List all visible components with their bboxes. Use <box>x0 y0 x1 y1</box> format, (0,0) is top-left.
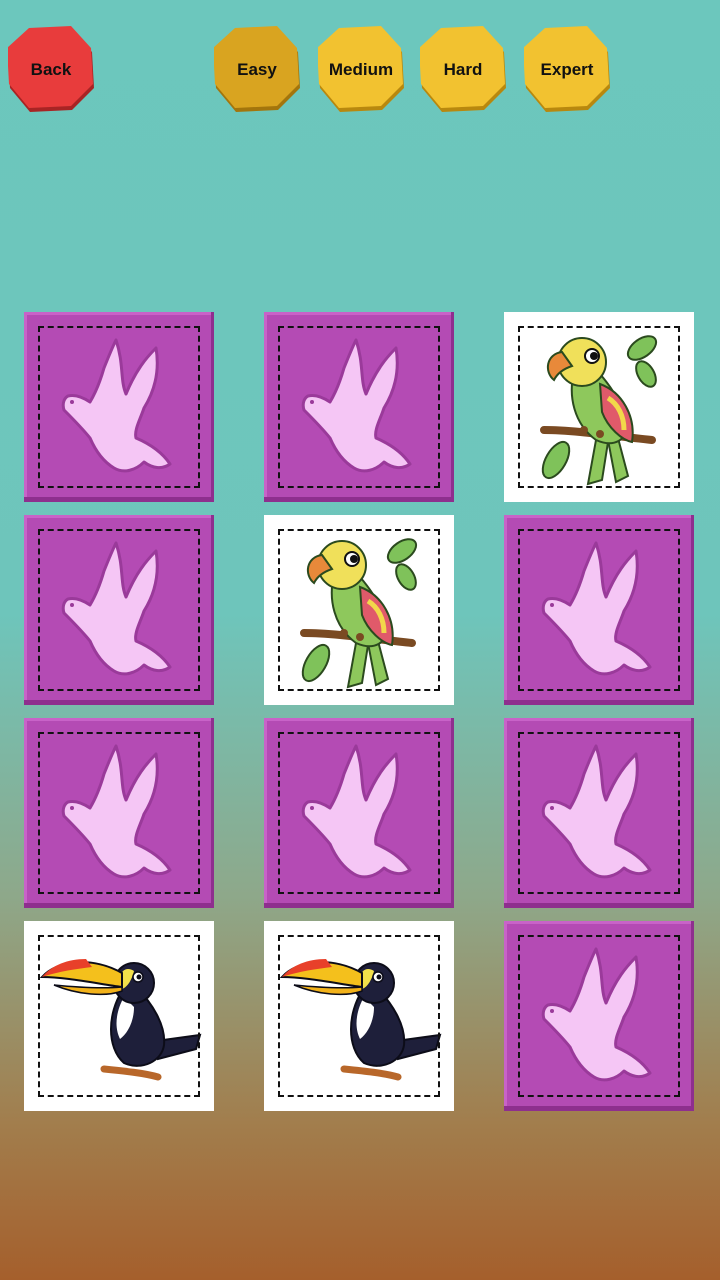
hard-label: Hard <box>443 60 483 79</box>
card-revealed-toucan[interactable] <box>24 921 214 1111</box>
card-hidden[interactable] <box>24 515 214 705</box>
card-hidden[interactable] <box>264 718 454 908</box>
expert-button[interactable]: Expert <box>524 26 610 114</box>
card-dashed-border <box>38 935 200 1097</box>
card-hidden[interactable] <box>504 718 694 908</box>
card-dashed-border <box>278 529 440 691</box>
card-hidden[interactable] <box>24 312 214 502</box>
card-hidden[interactable] <box>504 515 694 705</box>
card-revealed-parrot[interactable] <box>504 312 694 502</box>
easy-button[interactable]: Easy <box>214 26 300 114</box>
card-dashed-border <box>278 935 440 1097</box>
card-dashed-border <box>518 732 680 894</box>
medium-button[interactable]: Medium <box>318 26 404 114</box>
card-dashed-border <box>518 935 680 1097</box>
card-dashed-border <box>278 326 440 488</box>
expert-label: Expert <box>540 60 594 79</box>
back-label: Back <box>30 60 72 79</box>
card-hidden[interactable] <box>264 312 454 502</box>
card-dashed-border <box>38 326 200 488</box>
hard-button[interactable]: Hard <box>420 26 506 114</box>
card-dashed-border <box>38 529 200 691</box>
card-hidden[interactable] <box>24 718 214 908</box>
easy-label: Easy <box>237 60 277 79</box>
card-dashed-border <box>278 732 440 894</box>
card-revealed-toucan[interactable] <box>264 921 454 1111</box>
card-dashed-border <box>38 732 200 894</box>
card-dashed-border <box>518 529 680 691</box>
back-button[interactable]: Back <box>8 26 94 114</box>
medium-label: Medium <box>328 60 394 79</box>
card-hidden[interactable] <box>504 921 694 1111</box>
card-dashed-border <box>518 326 680 488</box>
card-revealed-parrot[interactable] <box>264 515 454 705</box>
